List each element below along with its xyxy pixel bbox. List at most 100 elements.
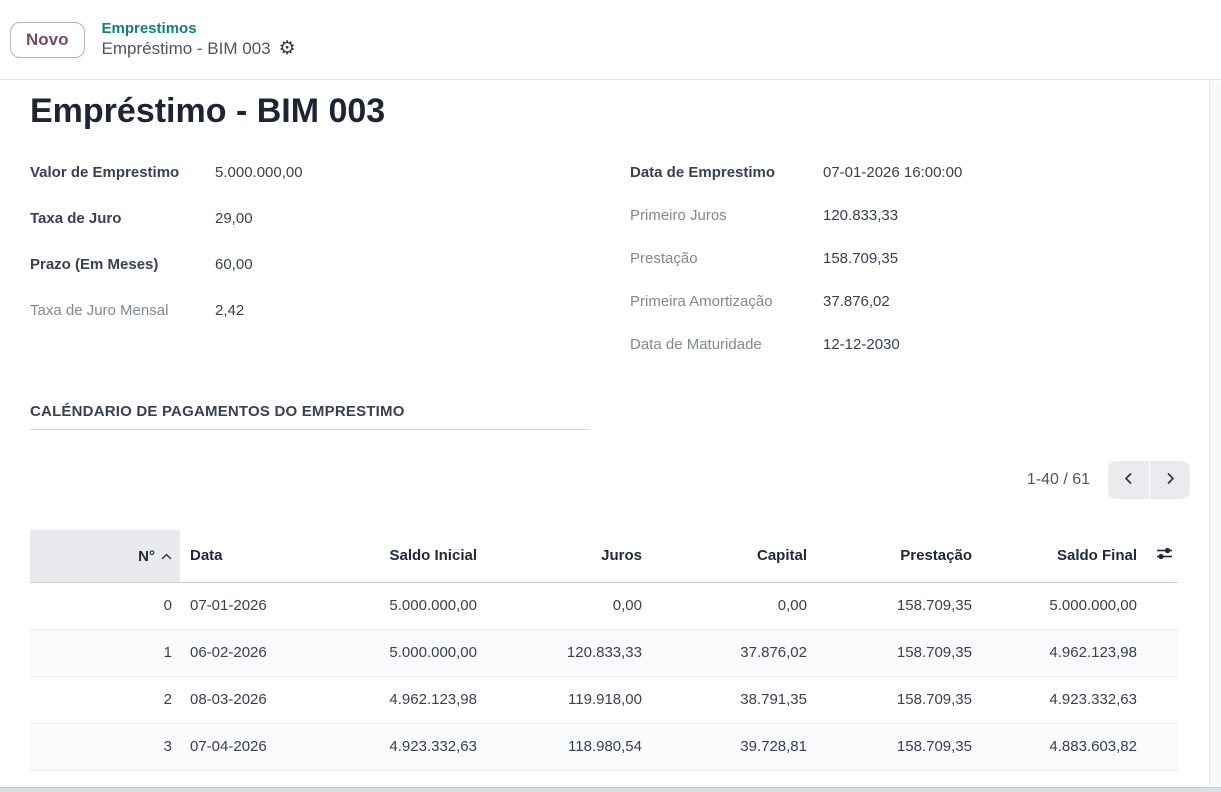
cell-saldo-inicial: 5.000.000,00 (300, 582, 485, 629)
field-value: 120.833,33 (823, 207, 898, 224)
chevron-right-icon (1164, 472, 1177, 488)
cell-juros: 0,00 (485, 582, 650, 629)
cell-prestacao: 158.709,35 (815, 770, 980, 787)
payment-schedule-section-title: CALÉNDARIO DE PAGAMENTOS DO EMPRESTIMO (30, 403, 590, 430)
field-value: 37.876,02 (823, 293, 890, 310)
column-header-label: N° (138, 548, 155, 565)
horizontal-scrollbar-track[interactable] (0, 787, 1221, 792)
column-header-juros[interactable]: Juros (485, 530, 650, 582)
cell-saldo-inicial: 5.000.000,00 (300, 629, 485, 676)
table-row[interactable]: 4 07-05-2026 4.883.603,82 118.020,43 40.… (30, 770, 1178, 787)
vertical-scrollbar-track[interactable] (1209, 81, 1221, 787)
field-label: Prazo (Em Meses) (30, 256, 215, 273)
cell-saldo-final: 4.962.123,98 (980, 629, 1145, 676)
record-title-field[interactable]: Empréstimo - BIM 003 (30, 92, 385, 131)
cell-juros: 118.020,43 (485, 770, 650, 787)
field-label: Prestação (630, 250, 823, 267)
cell-spacer (1145, 723, 1178, 770)
cell-capital: 38.791,35 (650, 676, 815, 723)
cell-prestacao: 158.709,35 (815, 676, 980, 723)
field-label: Data de Maturidade (630, 336, 823, 353)
breadcrumb: Emprestimos Empréstimo - BIM 003 ⚙ (102, 20, 296, 60)
field-prestacao: Prestação 158.709,35 (630, 244, 1205, 272)
table-row[interactable]: 2 08-03-2026 4.962.123,98 119.918,00 38.… (30, 676, 1178, 723)
table-row[interactable]: 1 06-02-2026 5.000.000,00 120.833,33 37.… (30, 629, 1178, 676)
cell-spacer (1145, 676, 1178, 723)
field-value: 158.709,35 (823, 250, 898, 267)
field-prazo-em-meses: Prazo (Em Meses) 60,00 (30, 250, 605, 278)
field-value[interactable]: 5.000.000,00 (215, 164, 303, 181)
cell-capital: 39.728,81 (650, 723, 815, 770)
chevron-left-icon (1122, 472, 1135, 488)
field-taxa-de-juro-mensal: Taxa de Juro Mensal 2,42 (30, 296, 605, 324)
breadcrumb-parent-link[interactable]: Emprestimos (102, 20, 296, 39)
column-header-prestacao[interactable]: Prestação (815, 530, 980, 582)
field-value[interactable]: 60,00 (215, 256, 253, 273)
pager-next-button[interactable] (1149, 461, 1190, 499)
cell-numero: 3 (30, 723, 180, 770)
cell-data: 06-02-2026 (180, 629, 300, 676)
payment-schedule-table: N° Data Saldo Inicial Juros Capital Pres… (30, 530, 1178, 787)
table-header-row: N° Data Saldo Inicial Juros Capital Pres… (30, 530, 1178, 582)
cell-saldo-final: 4.923.332,63 (980, 676, 1145, 723)
cell-data: 07-01-2026 (180, 582, 300, 629)
cell-saldo-inicial: 4.962.123,98 (300, 676, 485, 723)
cell-juros: 120.833,33 (485, 629, 650, 676)
cell-capital: 37.876,02 (650, 629, 815, 676)
field-primeiro-juros: Primeiro Juros 120.833,33 (630, 201, 1205, 229)
top-control-bar: Novo Emprestimos Empréstimo - BIM 003 ⚙ (0, 0, 1221, 80)
cell-saldo-inicial: 4.883.603,82 (300, 770, 485, 787)
cell-prestacao: 158.709,35 (815, 582, 980, 629)
gear-icon[interactable]: ⚙ (279, 39, 296, 58)
cell-data: 08-03-2026 (180, 676, 300, 723)
cell-numero: 0 (30, 582, 180, 629)
field-label: Primeiro Juros (630, 207, 823, 224)
sort-ascending-icon (161, 547, 172, 564)
column-header-saldo-inicial[interactable]: Saldo Inicial (300, 530, 485, 582)
cell-saldo-inicial: 4.923.332,63 (300, 723, 485, 770)
column-header-data[interactable]: Data (180, 530, 300, 582)
new-record-button[interactable]: Novo (10, 22, 85, 58)
loan-form-page: Novo Emprestimos Empréstimo - BIM 003 ⚙ … (0, 0, 1221, 792)
cell-numero: 4 (30, 770, 180, 787)
field-value[interactable]: 29,00 (215, 210, 253, 227)
field-label: Taxa de Juro Mensal (30, 302, 215, 319)
cell-juros: 118.980,54 (485, 723, 650, 770)
field-value: 12-12-2030 (823, 336, 900, 353)
adjust-columns-button[interactable] (1145, 530, 1178, 582)
cell-numero: 1 (30, 629, 180, 676)
cell-data: 07-05-2026 (180, 770, 300, 787)
cell-spacer (1145, 770, 1178, 787)
column-header-saldo-final[interactable]: Saldo Final (980, 530, 1145, 582)
field-label: Primeira Amortização (630, 293, 823, 310)
column-header-numero[interactable]: N° (30, 530, 180, 582)
form-fields-left: Valor de Emprestimo 5.000.000,00 Taxa de… (30, 158, 605, 342)
field-label: Valor de Emprestimo (30, 164, 215, 181)
breadcrumb-current: Empréstimo - BIM 003 (102, 38, 271, 59)
form-fields-right: Data de Emprestimo 07-01-2026 16:00:00 P… (630, 158, 1205, 373)
field-data-de-emprestimo: Data de Emprestimo 07-01-2026 16:00:00 (630, 158, 1205, 186)
cell-numero: 2 (30, 676, 180, 723)
field-label: Taxa de Juro (30, 210, 215, 227)
field-value[interactable]: 07-01-2026 16:00:00 (823, 164, 962, 181)
sliders-icon (1155, 548, 1174, 565)
table-row[interactable]: 0 07-01-2026 5.000.000,00 0,00 0,00 158.… (30, 582, 1178, 629)
field-taxa-de-juro: Taxa de Juro 29,00 (30, 204, 605, 232)
cell-saldo-final: 4.883.603,82 (980, 723, 1145, 770)
pager-previous-button[interactable] (1108, 461, 1149, 499)
cell-saldo-final: 4.842.914,90 (980, 770, 1145, 787)
pager-buttons (1108, 461, 1190, 499)
field-data-de-maturidade: Data de Maturidade 12-12-2030 (630, 330, 1205, 358)
pager-range[interactable]: 1-40 / 61 (1027, 471, 1090, 489)
table-row[interactable]: 3 07-04-2026 4.923.332,63 118.980,54 39.… (30, 723, 1178, 770)
cell-prestacao: 158.709,35 (815, 629, 980, 676)
cell-spacer (1145, 582, 1178, 629)
field-primeira-amortizacao: Primeira Amortização 37.876,02 (630, 287, 1205, 315)
cell-data: 07-04-2026 (180, 723, 300, 770)
cell-prestacao: 158.709,35 (815, 723, 980, 770)
cell-capital: 40.688,92 (650, 770, 815, 787)
field-value: 2,42 (215, 302, 244, 319)
column-header-capital[interactable]: Capital (650, 530, 815, 582)
cell-juros: 119.918,00 (485, 676, 650, 723)
field-valor-de-emprestimo: Valor de Emprestimo 5.000.000,00 (30, 158, 605, 186)
